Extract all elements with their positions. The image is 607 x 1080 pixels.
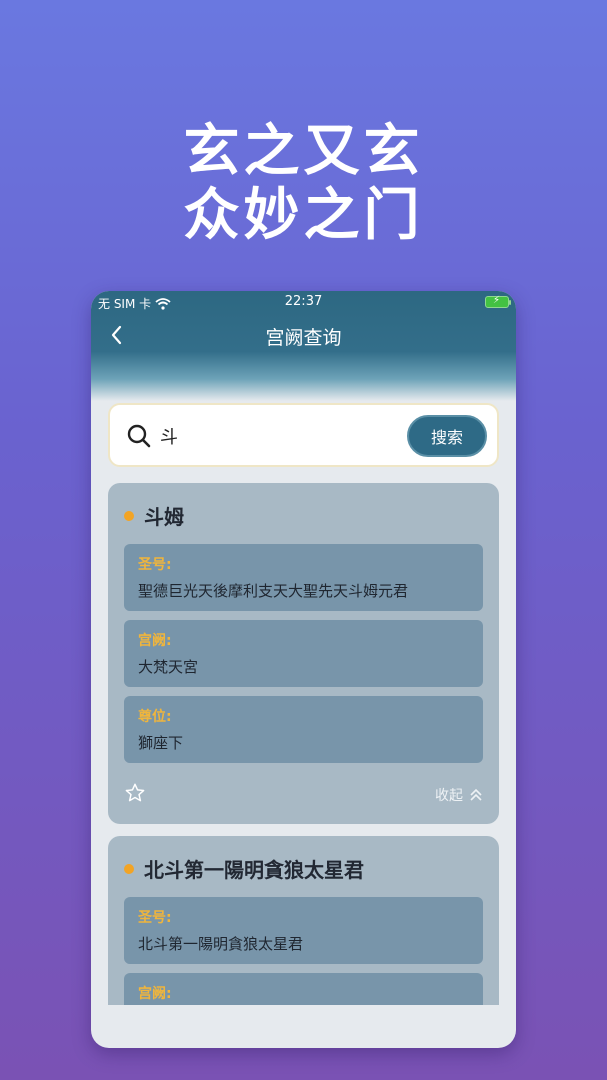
collapse-label: 收起	[435, 788, 463, 804]
header-gradient: 无 SIM 卡 22:37 ⚡ 宫阙查询	[91, 291, 516, 401]
promo-headline: 玄之又玄 众妙之门	[0, 120, 607, 248]
navbar: 宫阙查询	[91, 319, 516, 351]
star-icon[interactable]	[124, 782, 146, 804]
chevrons-up-icon	[470, 788, 482, 801]
battery-icon: ⚡	[485, 295, 511, 308]
results-list[interactable]: 斗姆 圣号: 聖德巨光天後摩利支天大聖先天斗姆元君 宫阙: 大梵天宮 尊位: 獅…	[108, 483, 499, 1005]
result-card: 斗姆 圣号: 聖德巨光天後摩利支天大聖先天斗姆元君 宫阙: 大梵天宮 尊位: 獅…	[108, 483, 499, 824]
search-button[interactable]: 搜索	[407, 415, 487, 457]
card-footer: 收起	[124, 772, 483, 814]
field-label: 宫阙:	[138, 986, 172, 1002]
result-card: 北斗第一陽明貪狼太星君 圣号: 北斗第一陽明貪狼太星君 宫阙:	[108, 836, 499, 1005]
field-label: 宫阙:	[138, 633, 172, 649]
field-value: 北斗第一陽明貪狼太星君	[138, 935, 304, 953]
promo-line-1: 玄之又玄	[183, 119, 424, 184]
field-holy-title: 圣号: 聖德巨光天後摩利支天大聖先天斗姆元君	[124, 544, 483, 611]
search-bar: 搜索	[108, 403, 499, 467]
field-value: 聖德巨光天後摩利支天大聖先天斗姆元君	[138, 582, 409, 600]
bullet-dot	[124, 863, 134, 874]
phone-screen: 无 SIM 卡 22:37 ⚡ 宫阙查询 斗 搜索 斗姆 圣号: 聖德巨光天後摩…	[91, 291, 516, 1048]
page-title: 宫阙查询	[265, 327, 342, 349]
card-title: 北斗第一陽明貪狼太星君	[124, 854, 483, 883]
field-value: 大梵天宮	[138, 658, 199, 676]
field-palace: 宫阙:	[124, 973, 483, 1005]
deity-name: 斗姆	[144, 505, 184, 529]
field-label: 圣号:	[138, 557, 172, 573]
status-bar: 无 SIM 卡 22:37 ⚡	[91, 291, 516, 313]
promo-line-2: 众妙之门	[183, 183, 424, 248]
collapse-button[interactable]: 收起	[435, 785, 483, 805]
status-time: 22:37	[284, 294, 323, 309]
field-value: 獅座下	[138, 734, 184, 752]
bullet-dot	[124, 510, 134, 521]
field-holy-title: 圣号: 北斗第一陽明貪狼太星君	[124, 897, 483, 964]
card-title: 斗姆	[124, 501, 483, 530]
search-input[interactable]	[160, 421, 400, 451]
field-palace: 宫阙: 大梵天宮	[124, 620, 483, 687]
field-label: 尊位:	[138, 709, 172, 725]
field-rank: 尊位: 獅座下	[124, 696, 483, 763]
deity-name: 北斗第一陽明貪狼太星君	[144, 858, 364, 882]
search-icon	[127, 424, 151, 448]
field-label: 圣号:	[138, 910, 172, 926]
